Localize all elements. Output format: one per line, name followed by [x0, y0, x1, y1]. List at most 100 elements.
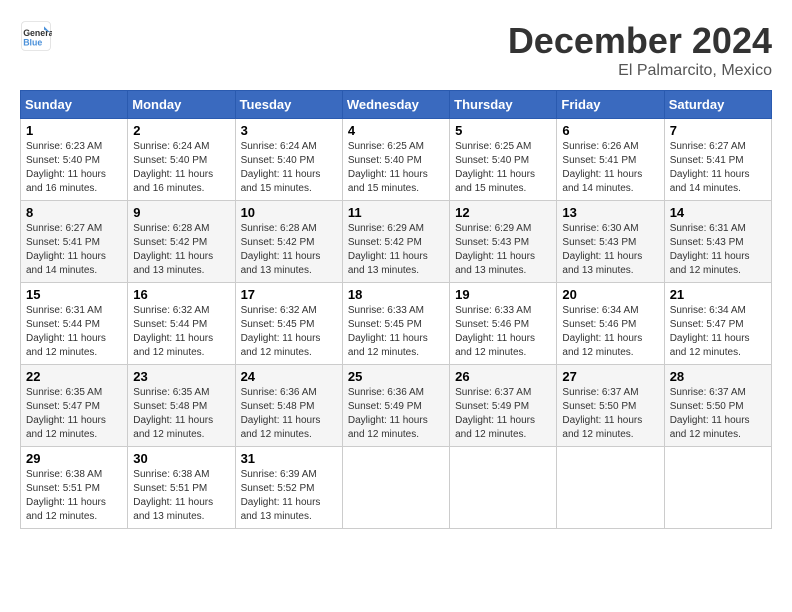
calendar-cell: [664, 447, 771, 529]
calendar-cell: 16 Sunrise: 6:32 AM Sunset: 5:44 PM Dayli…: [128, 283, 235, 365]
calendar-cell: 19 Sunrise: 6:33 AM Sunset: 5:46 PM Dayli…: [450, 283, 557, 365]
logo-icon: General Blue: [20, 20, 52, 52]
calendar-week-row: 1 Sunrise: 6:23 AM Sunset: 5:40 PM Daylig…: [21, 119, 772, 201]
day-number: 16: [133, 287, 229, 302]
calendar-cell: 24 Sunrise: 6:36 AM Sunset: 5:48 PM Dayli…: [235, 365, 342, 447]
day-info: Sunrise: 6:34 AM Sunset: 5:47 PM Dayligh…: [670, 304, 766, 360]
location-title: El Palmarcito, Mexico: [508, 62, 772, 80]
calendar-cell: 10 Sunrise: 6:28 AM Sunset: 5:42 PM Dayli…: [235, 201, 342, 283]
day-info: Sunrise: 6:32 AM Sunset: 5:45 PM Dayligh…: [241, 304, 337, 360]
calendar-cell: 22 Sunrise: 6:35 AM Sunset: 5:47 PM Dayli…: [21, 365, 128, 447]
day-number: 1: [26, 123, 122, 138]
title-block: December 2024 El Palmarcito, Mexico: [508, 20, 772, 80]
calendar-header-row: SundayMondayTuesdayWednesdayThursdayFrid…: [21, 91, 772, 119]
calendar-cell: 5 Sunrise: 6:25 AM Sunset: 5:40 PM Daylig…: [450, 119, 557, 201]
day-info: Sunrise: 6:23 AM Sunset: 5:40 PM Dayligh…: [26, 140, 122, 196]
day-number: 2: [133, 123, 229, 138]
calendar-week-row: 15 Sunrise: 6:31 AM Sunset: 5:44 PM Dayli…: [21, 283, 772, 365]
day-info: Sunrise: 6:34 AM Sunset: 5:46 PM Dayligh…: [562, 304, 658, 360]
day-header-monday: Monday: [128, 91, 235, 119]
calendar-cell: 6Sunrise: 6:26 AM Sunset: 5:41 PM Daylig…: [557, 119, 664, 201]
day-number: 11: [348, 205, 444, 220]
day-info: Sunrise: 6:38 AM Sunset: 5:51 PM Dayligh…: [26, 468, 122, 524]
calendar-cell: [342, 447, 449, 529]
day-header-friday: Friday: [557, 91, 664, 119]
day-number: 12: [455, 205, 551, 220]
day-info: Sunrise: 6:25 AM Sunset: 5:40 PM Dayligh…: [455, 140, 551, 196]
calendar-week-row: 22 Sunrise: 6:35 AM Sunset: 5:47 PM Dayli…: [21, 365, 772, 447]
day-number: 9: [133, 205, 229, 220]
calendar-cell: 18Sunrise: 6:33 AM Sunset: 5:45 PM Dayli…: [342, 283, 449, 365]
logo: General Blue: [20, 20, 52, 52]
day-info: Sunrise: 6:30 AM Sunset: 5:43 PM Dayligh…: [562, 222, 658, 278]
calendar-cell: 31 Sunrise: 6:39 AM Sunset: 5:52 PM Dayli…: [235, 447, 342, 529]
calendar-cell: 21 Sunrise: 6:34 AM Sunset: 5:47 PM Dayli…: [664, 283, 771, 365]
day-number: 24: [241, 369, 337, 384]
svg-text:General: General: [23, 28, 52, 38]
day-number: 20: [562, 287, 658, 302]
calendar-cell: 20 Sunrise: 6:34 AM Sunset: 5:46 PM Dayli…: [557, 283, 664, 365]
calendar-cell: 15 Sunrise: 6:31 AM Sunset: 5:44 PM Dayli…: [21, 283, 128, 365]
svg-text:Blue: Blue: [23, 38, 42, 48]
page-header: General Blue December 2024 El Palmarcito…: [20, 20, 772, 80]
day-info: Sunrise: 6:36 AM Sunset: 5:48 PM Dayligh…: [241, 386, 337, 442]
calendar-cell: 3 Sunrise: 6:24 AM Sunset: 5:40 PM Daylig…: [235, 119, 342, 201]
calendar-cell: 11 Sunrise: 6:29 AM Sunset: 5:42 PM Dayli…: [342, 201, 449, 283]
day-number: 7: [670, 123, 766, 138]
day-info: Sunrise: 6:33 AM Sunset: 5:46 PM Dayligh…: [455, 304, 551, 360]
calendar-week-row: 8Sunrise: 6:27 AM Sunset: 5:41 PM Daylig…: [21, 201, 772, 283]
day-header-wednesday: Wednesday: [342, 91, 449, 119]
day-info: Sunrise: 6:37 AM Sunset: 5:50 PM Dayligh…: [670, 386, 766, 442]
day-number: 14: [670, 205, 766, 220]
day-number: 19: [455, 287, 551, 302]
day-info: Sunrise: 6:32 AM Sunset: 5:44 PM Dayligh…: [133, 304, 229, 360]
day-number: 29: [26, 451, 122, 466]
day-header-saturday: Saturday: [664, 91, 771, 119]
calendar-cell: 2 Sunrise: 6:24 AM Sunset: 5:40 PM Daylig…: [128, 119, 235, 201]
day-info: Sunrise: 6:35 AM Sunset: 5:48 PM Dayligh…: [133, 386, 229, 442]
day-header-sunday: Sunday: [21, 91, 128, 119]
day-number: 17: [241, 287, 337, 302]
day-number: 3: [241, 123, 337, 138]
calendar-cell: 12 Sunrise: 6:29 AM Sunset: 5:43 PM Dayli…: [450, 201, 557, 283]
day-info: Sunrise: 6:27 AM Sunset: 5:41 PM Dayligh…: [670, 140, 766, 196]
calendar-cell: 25 Sunrise: 6:36 AM Sunset: 5:49 PM Dayli…: [342, 365, 449, 447]
day-number: 4: [348, 123, 444, 138]
day-number: 25: [348, 369, 444, 384]
calendar-cell: 4 Sunrise: 6:25 AM Sunset: 5:40 PM Daylig…: [342, 119, 449, 201]
day-info: Sunrise: 6:28 AM Sunset: 5:42 PM Dayligh…: [241, 222, 337, 278]
day-info: Sunrise: 6:29 AM Sunset: 5:42 PM Dayligh…: [348, 222, 444, 278]
day-number: 27: [562, 369, 658, 384]
calendar-cell: [557, 447, 664, 529]
day-number: 28: [670, 369, 766, 384]
day-info: Sunrise: 6:24 AM Sunset: 5:40 PM Dayligh…: [133, 140, 229, 196]
day-number: 15: [26, 287, 122, 302]
day-number: 30: [133, 451, 229, 466]
day-info: Sunrise: 6:24 AM Sunset: 5:40 PM Dayligh…: [241, 140, 337, 196]
day-number: 18: [348, 287, 444, 302]
calendar-cell: 29 Sunrise: 6:38 AM Sunset: 5:51 PM Dayli…: [21, 447, 128, 529]
day-number: 13: [562, 205, 658, 220]
day-info: Sunrise: 6:35 AM Sunset: 5:47 PM Dayligh…: [26, 386, 122, 442]
day-info: Sunrise: 6:36 AM Sunset: 5:49 PM Dayligh…: [348, 386, 444, 442]
day-info: Sunrise: 6:31 AM Sunset: 5:43 PM Dayligh…: [670, 222, 766, 278]
calendar-cell: 23Sunrise: 6:35 AM Sunset: 5:48 PM Dayli…: [128, 365, 235, 447]
day-info: Sunrise: 6:37 AM Sunset: 5:50 PM Dayligh…: [562, 386, 658, 442]
calendar-cell: 9Sunrise: 6:28 AM Sunset: 5:42 PM Daylig…: [128, 201, 235, 283]
day-number: 26: [455, 369, 551, 384]
day-info: Sunrise: 6:39 AM Sunset: 5:52 PM Dayligh…: [241, 468, 337, 524]
day-number: 22: [26, 369, 122, 384]
day-number: 31: [241, 451, 337, 466]
calendar-cell: 27 Sunrise: 6:37 AM Sunset: 5:50 PM Dayli…: [557, 365, 664, 447]
day-number: 21: [670, 287, 766, 302]
day-info: Sunrise: 6:31 AM Sunset: 5:44 PM Dayligh…: [26, 304, 122, 360]
day-info: Sunrise: 6:27 AM Sunset: 5:41 PM Dayligh…: [26, 222, 122, 278]
day-number: 10: [241, 205, 337, 220]
calendar-cell: 8Sunrise: 6:27 AM Sunset: 5:41 PM Daylig…: [21, 201, 128, 283]
calendar-cell: 1 Sunrise: 6:23 AM Sunset: 5:40 PM Daylig…: [21, 119, 128, 201]
day-info: Sunrise: 6:38 AM Sunset: 5:51 PM Dayligh…: [133, 468, 229, 524]
day-info: Sunrise: 6:25 AM Sunset: 5:40 PM Dayligh…: [348, 140, 444, 196]
day-number: 5: [455, 123, 551, 138]
day-info: Sunrise: 6:29 AM Sunset: 5:43 PM Dayligh…: [455, 222, 551, 278]
calendar-cell: 17 Sunrise: 6:32 AM Sunset: 5:45 PM Dayli…: [235, 283, 342, 365]
